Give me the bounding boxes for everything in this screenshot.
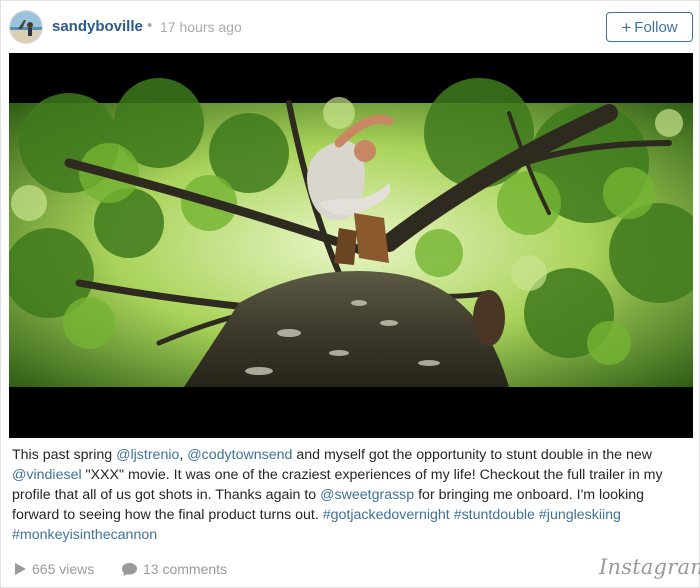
follow-button[interactable]: + Follow: [606, 12, 693, 42]
video-frame: [9, 53, 693, 438]
play-icon: [15, 563, 26, 575]
comment-bubble-icon: [122, 562, 137, 576]
plus-icon: +: [621, 17, 632, 37]
comments-label: 13 comments: [143, 561, 228, 577]
views-label: 665 views: [32, 561, 95, 577]
instagram-logo[interactable]: Instagram: [599, 555, 700, 579]
views-count: 665 views: [14, 561, 94, 577]
avatar[interactable]: [9, 10, 43, 44]
post-video[interactable]: [9, 53, 693, 438]
follow-label: Follow: [634, 18, 678, 36]
caption-text: and myself got the opportunity to stunt …: [292, 447, 653, 463]
mention-link[interactable]: @ljstrenio: [116, 447, 179, 463]
mention-link[interactable]: @vindiesel: [12, 467, 82, 483]
mention-link[interactable]: @codytownsend: [187, 447, 292, 463]
username-link[interactable]: sandyboville: [52, 18, 143, 35]
mention-link[interactable]: @sweetgrassp: [320, 487, 414, 503]
instagram-embed-card: sandyboville • 17 hours ago + Follow Thi…: [0, 0, 700, 588]
hashtag-link[interactable]: #gotjackedovernight: [323, 507, 450, 523]
hashtag-link[interactable]: #stuntdouble: [454, 507, 535, 523]
comments-count[interactable]: 13 comments: [121, 561, 227, 577]
post-caption: This past spring @ljstrenio, @codytownse…: [12, 445, 692, 545]
separator-dot: •: [147, 17, 153, 34]
caption-text: This past spring: [12, 447, 117, 463]
post-footer: 665 views 13 comments Instagram: [1, 550, 700, 588]
hashtag-link[interactable]: #jungleskiing: [539, 507, 621, 523]
hashtag-link[interactable]: #monkeyisinthecannon: [12, 527, 157, 543]
post-header: sandyboville • 17 hours ago + Follow: [1, 1, 700, 53]
post-timestamp[interactable]: 17 hours ago: [160, 19, 242, 35]
